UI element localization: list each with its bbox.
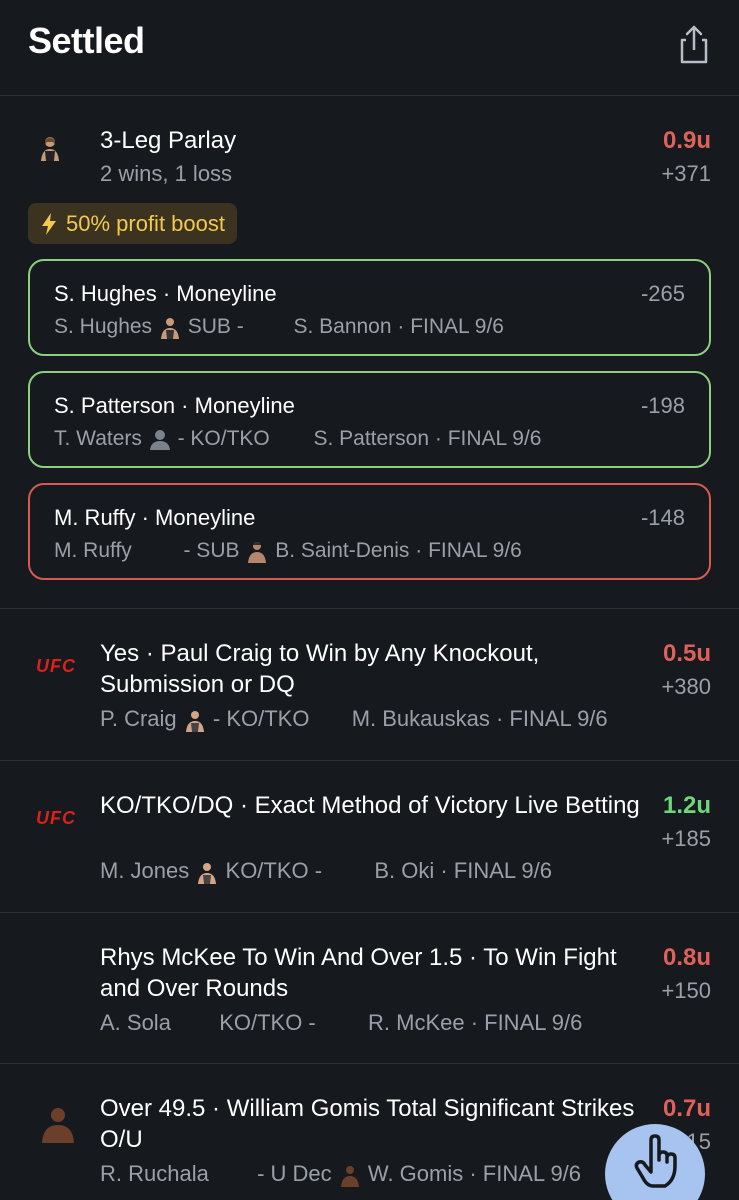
bet-stake: 0.8u <box>662 944 711 971</box>
header: Settled <box>0 0 739 96</box>
leg-odds: -265 <box>640 281 685 306</box>
leg-matchup: T. Waters - KO/TKO S. Patterson · FINAL … <box>54 427 541 451</box>
leg-fighter-right: S. Bannon · FINAL 9/6 <box>293 315 504 338</box>
parlay-stake: 0.9u <box>662 127 711 154</box>
leg-fighter-left: S. Hughes <box>54 315 153 338</box>
share-button[interactable] <box>672 22 716 66</box>
bet-method: KO/TKO - <box>225 858 323 883</box>
leg-fighter-right: S. Patterson · FINAL 9/6 <box>313 427 542 450</box>
page-title: Settled <box>28 20 145 61</box>
fighter-avatar-icon <box>248 542 267 564</box>
bet-matchup: A. Sola KO/TKO - R. McKee · FINAL 9/6 <box>100 1010 582 1036</box>
bet-title: Over 49.5 · William Gomis Total Signific… <box>100 1095 635 1153</box>
bet-fighter-right: R. McKee · FINAL 9/6 <box>368 1010 583 1035</box>
bet-fighter-left: M. Jones <box>100 858 190 883</box>
straight-bet[interactable]: UFC Yes · Paul Craig to Win by Any Knock… <box>0 610 739 761</box>
bet-fighter-right: M. Bukauskas · FINAL 9/6 <box>351 706 608 731</box>
leg-fighter-left: T. Waters <box>54 427 142 450</box>
share-icon <box>680 25 708 64</box>
fighter-avatar-icon <box>160 318 179 340</box>
profit-boost-badge: 50% profit boost <box>28 203 237 244</box>
fighter-avatar-icon <box>41 137 59 161</box>
bet-odds: +185 <box>661 826 711 851</box>
bet-method: KO/TKO - <box>219 1010 316 1035</box>
leg-method: - SUB <box>183 539 240 562</box>
bet-stake: 0.5u <box>662 640 711 667</box>
lightning-icon <box>42 212 56 235</box>
bet-odds: +380 <box>661 674 711 699</box>
ufc-logo: UFC <box>36 656 76 676</box>
leg-method: - KO/TKO <box>177 427 270 450</box>
leg-pick: S. Hughes · Moneyline <box>54 281 277 306</box>
fighter-avatar-icon <box>185 711 204 733</box>
leg-method: SUB - <box>187 315 244 338</box>
bet-odds: +150 <box>661 978 711 1003</box>
bet-title: Yes · Paul Craig to Win by Any Knockout,… <box>100 640 540 698</box>
leg-odds: -198 <box>640 393 685 418</box>
ufc-logo: UFC <box>36 808 76 828</box>
leg-pick: S. Patterson · Moneyline <box>54 393 295 418</box>
bet-method: - KO/TKO <box>212 706 310 731</box>
placeholder-person-icon <box>149 430 170 451</box>
bet-title: Rhys McKee To Win And Over 1.5 · To Win … <box>100 944 617 1002</box>
bet-matchup: R. Ruchala - U Dec W. Gomis · FINAL 9/6 <box>100 1161 582 1188</box>
floating-action-button[interactable] <box>605 1124 705 1200</box>
bet-title: KO/TKO/DQ · Exact Method of Victory Live… <box>100 792 640 819</box>
leg-fighter-left: M. Ruffy <box>54 539 132 562</box>
leg-matchup: S. Hughes SUB - S. Bannon · FINAL 9/6 <box>54 315 504 340</box>
fighter-avatar-icon <box>42 1108 74 1143</box>
boost-label: 50% profit boost <box>66 211 225 236</box>
bet-fighter-left: R. Ruchala <box>100 1161 209 1186</box>
straight-bet[interactable]: UFC KO/TKO/DQ · Exact Method of Victory … <box>0 762 739 913</box>
straight-bet[interactable]: Rhys McKee To Win And Over 1.5 · To Win … <box>0 914 739 1064</box>
leg-fighter-right: B. Saint-Denis · FINAL 9/6 <box>275 539 522 562</box>
hand-pointer-icon <box>634 1134 677 1188</box>
parlay-leg[interactable]: M. Ruffy · Moneyline -148 M. Ruffy - SUB… <box>28 483 711 580</box>
bet-fighter-left: A. Sola <box>100 1010 171 1035</box>
bet-method: - U Dec <box>257 1161 332 1186</box>
bet-fighter-right: B. Oki · FINAL 9/6 <box>374 858 553 883</box>
leg-pick: M. Ruffy · Moneyline <box>54 505 256 530</box>
bet-fighter-left: P. Craig <box>100 706 177 731</box>
parlay-odds: +371 <box>661 161 711 186</box>
bet-matchup: P. Craig - KO/TKO M. Bukauskas · FINAL 9… <box>100 706 608 733</box>
bet-fighter-right: W. Gomis · FINAL 9/6 <box>367 1161 582 1186</box>
leg-odds: -148 <box>640 505 685 530</box>
fighter-avatar-icon <box>198 863 217 885</box>
leg-matchup: M. Ruffy - SUB B. Saint-Denis · FINAL 9/… <box>54 539 522 564</box>
parlay-record: 2 wins, 1 loss <box>100 161 233 186</box>
parlay-title: 3-Leg Parlay <box>100 127 237 154</box>
bet-stake: 0.7u <box>662 1095 711 1122</box>
parlay-bet[interactable]: 3-Leg Parlay 2 wins, 1 loss 0.9u +371 50… <box>0 97 739 609</box>
fighter-avatar-icon <box>340 1166 359 1188</box>
bet-matchup: M. Jones KO/TKO - B. Oki · FINAL 9/6 <box>100 858 553 885</box>
parlay-leg[interactable]: S. Hughes · Moneyline -265 S. Hughes SUB… <box>28 259 711 356</box>
parlay-leg[interactable]: S. Patterson · Moneyline -198 T. Waters … <box>28 371 711 468</box>
bet-stake: 1.2u <box>662 792 711 819</box>
